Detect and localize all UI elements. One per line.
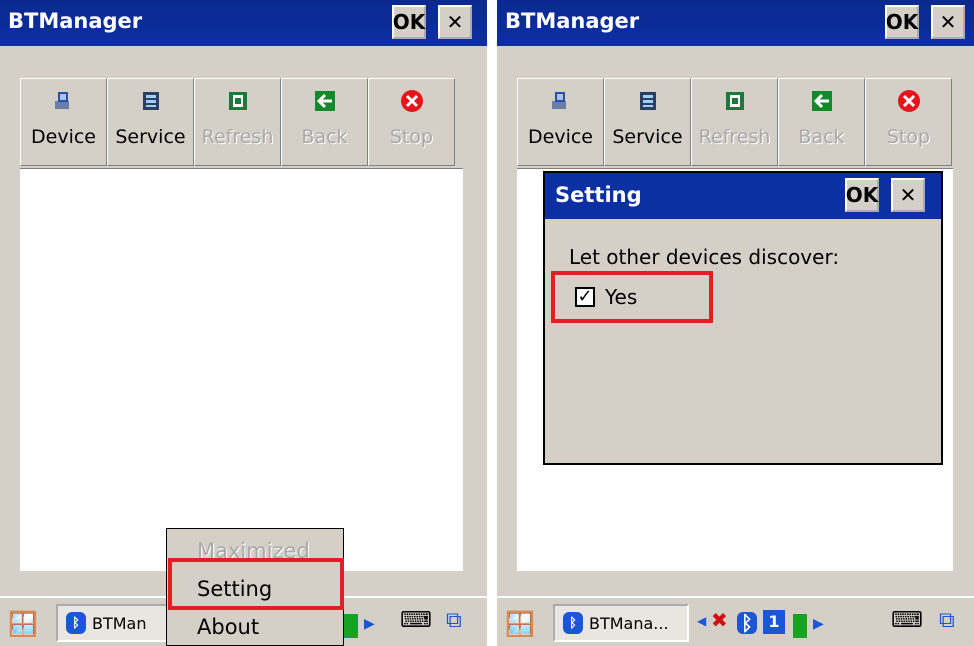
- left-screen: BTManager OK ✕ Device Service Refresh Ba…: [0, 0, 487, 646]
- bluetooth-tray-icon[interactable]: ᛒ: [737, 611, 757, 635]
- stop-button[interactable]: Stop: [368, 78, 455, 166]
- toolbar: Device Service Refresh Back Stop: [517, 78, 952, 166]
- setting-highlight: [168, 558, 344, 610]
- back-icon: [314, 91, 335, 111]
- close-button[interactable]: ✕: [438, 5, 472, 39]
- service-icon: [142, 92, 159, 110]
- service-label: Service: [612, 126, 683, 148]
- device-icon: [54, 92, 69, 109]
- back-label: Back: [798, 126, 845, 148]
- input-mode-badge[interactable]: 1: [763, 610, 785, 634]
- stop-label: Stop: [886, 126, 931, 148]
- back-button[interactable]: Back: [281, 78, 368, 166]
- right-screen: BTManager OK ✕ Device Service Refresh Ba…: [497, 0, 974, 646]
- refresh-button[interactable]: Refresh: [691, 78, 778, 166]
- stop-icon: [400, 90, 423, 112]
- refresh-icon: [725, 92, 744, 110]
- device-icon: [551, 92, 566, 109]
- service-icon: [639, 92, 656, 110]
- refresh-label: Refresh: [698, 126, 771, 148]
- ok-button[interactable]: OK: [885, 5, 919, 39]
- dialog-ok-button[interactable]: OK: [845, 178, 879, 212]
- title-bar: BTManager OK ✕: [497, 0, 974, 46]
- service-button[interactable]: Service: [107, 78, 194, 166]
- device-list-area[interactable]: [20, 168, 463, 571]
- device-label: Device: [528, 126, 593, 148]
- close-button[interactable]: ✕: [931, 5, 965, 39]
- device-label: Device: [31, 126, 96, 148]
- window-title: BTManager: [8, 9, 143, 33]
- keyboard-icon[interactable]: ⌨: [891, 608, 923, 633]
- bluetooth-icon: ᛒ: [66, 612, 86, 634]
- menu-item-about[interactable]: About: [197, 615, 259, 639]
- back-label: Back: [301, 126, 348, 148]
- window-title: BTManager: [505, 9, 640, 33]
- taskbar: 🪟 ᛒ BTMana... ◀ ✖ ᛒ 1 ▶ ⌨ ⧉: [497, 596, 974, 646]
- battery-icon: [793, 614, 807, 638]
- setting-dialog: Setting OK ✕ Let other devices discover:…: [543, 171, 943, 465]
- network-disconnected-icon[interactable]: ✖: [711, 608, 728, 632]
- stop-button[interactable]: Stop: [865, 78, 952, 166]
- device-button[interactable]: Device: [517, 78, 604, 166]
- toolbar: Device Service Refresh Back Stop: [20, 78, 455, 166]
- service-button[interactable]: Service: [604, 78, 691, 166]
- battery-icon: [344, 614, 358, 638]
- device-button[interactable]: Device: [20, 78, 107, 166]
- title-bar: BTManager OK ✕: [0, 0, 487, 46]
- stop-icon: [897, 90, 920, 112]
- back-icon: [811, 91, 832, 111]
- service-label: Service: [115, 126, 186, 148]
- keyboard-icon[interactable]: ⌨: [400, 608, 432, 633]
- taskbar-app-label: BTMana...: [589, 613, 669, 633]
- tray-arrow-icon[interactable]: ▶: [813, 616, 824, 632]
- start-icon[interactable]: 🪟: [8, 610, 38, 638]
- ok-button[interactable]: OK: [392, 5, 426, 39]
- dialog-title: Setting: [555, 183, 642, 207]
- tray-arrow-icon[interactable]: ▶: [364, 616, 375, 632]
- refresh-icon: [228, 92, 247, 110]
- desktop-icon[interactable]: ⧉: [939, 608, 955, 633]
- dialog-close-button[interactable]: ✕: [891, 178, 925, 212]
- refresh-label: Refresh: [201, 126, 274, 148]
- back-button[interactable]: Back: [778, 78, 865, 166]
- desktop-icon[interactable]: ⧉: [446, 608, 462, 633]
- taskbar-app-label: BTMan: [92, 613, 147, 633]
- discover-prompt: Let other devices discover:: [569, 245, 840, 269]
- start-icon[interactable]: 🪟: [505, 610, 535, 638]
- taskbar-app-button[interactable]: ᛒ BTMana...: [553, 604, 689, 642]
- stop-label: Stop: [389, 126, 434, 148]
- dialog-title-bar: Setting OK ✕: [545, 173, 941, 219]
- tray-left-arrow-icon[interactable]: ◀: [697, 614, 706, 628]
- bluetooth-icon: ᛒ: [563, 612, 583, 634]
- refresh-button[interactable]: Refresh: [194, 78, 281, 166]
- checkbox-highlight: [551, 271, 713, 323]
